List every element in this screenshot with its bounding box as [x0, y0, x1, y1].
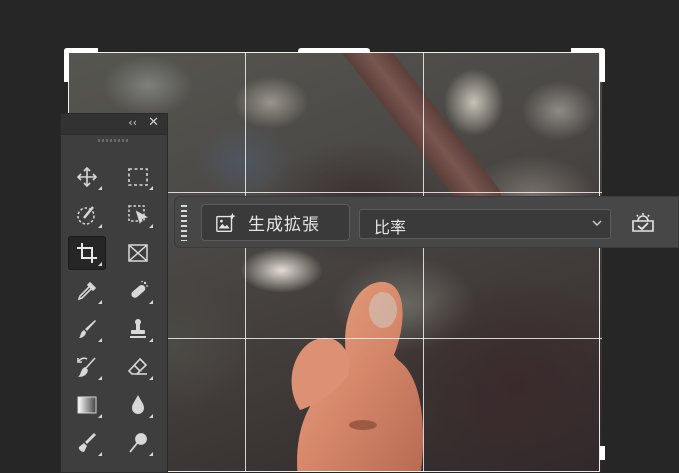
spot-healing-brush-icon — [131, 280, 148, 298]
gradient-icon — [77, 396, 97, 414]
crop-handle-bottom-right[interactable] — [600, 446, 605, 460]
crop-handle-top-left[interactable] — [64, 48, 98, 53]
eraser-icon — [127, 357, 148, 375]
brush-icon — [79, 320, 96, 338]
generative-expand-icon — [216, 212, 236, 232]
tool-smudge[interactable] — [68, 426, 106, 460]
tool-history-brush[interactable] — [68, 350, 106, 384]
close-panel-icon[interactable]: ✕ — [148, 115, 159, 130]
history-brush-icon — [77, 357, 96, 377]
crop-icon — [77, 243, 97, 263]
crop-handle-top-right-vertical[interactable] — [600, 48, 605, 82]
tool-brush[interactable] — [68, 312, 106, 346]
collapse-panel-icon[interactable]: ‹‹ — [128, 116, 137, 129]
crop-handle-top[interactable] — [298, 48, 370, 53]
tool-move[interactable] — [68, 160, 106, 194]
tool-eraser[interactable] — [119, 350, 157, 384]
tools-panel: ‹‹ ✕ — [60, 113, 168, 473]
tool-crop[interactable] — [68, 236, 106, 270]
ratio-dropdown-value: 比率 — [374, 218, 407, 237]
tool-clone-stamp[interactable] — [119, 312, 157, 346]
grid-line-vertical-2 — [423, 52, 424, 472]
generative-expand-button[interactable]: 生成拡張 — [201, 204, 350, 241]
frame-icon — [128, 244, 148, 262]
tool-spot-healing-brush[interactable] — [119, 274, 157, 308]
taskbar-grip-handle[interactable] — [181, 205, 187, 241]
eyedropper-icon — [77, 281, 97, 301]
blur-icon — [132, 395, 144, 414]
rectangular-marquee-icon — [128, 168, 148, 186]
quick-selection-icon — [77, 206, 95, 225]
tool-quick-selection[interactable] — [68, 198, 106, 232]
generative-expand-label: 生成拡張 — [248, 215, 320, 235]
crop-handle-top-left-vertical[interactable] — [64, 48, 69, 82]
move-icon — [76, 166, 98, 188]
tool-gradient[interactable] — [68, 388, 106, 422]
tool-object-selection[interactable] — [119, 198, 157, 232]
grid-line-vertical-1 — [245, 52, 246, 472]
smudge-icon — [78, 433, 96, 452]
tool-eyedropper[interactable] — [68, 274, 106, 308]
tool-dodge[interactable] — [119, 426, 157, 460]
content-aware-fill-icon — [632, 213, 654, 232]
tool-blur[interactable] — [119, 388, 157, 422]
tools-panel-header[interactable]: ‹‹ ✕ — [61, 114, 167, 135]
ratio-dropdown[interactable]: 比率 — [359, 209, 611, 239]
more-options-button[interactable] — [627, 208, 659, 238]
tool-frame[interactable] — [119, 236, 157, 270]
contextual-task-bar: 生成拡張 比率 — [174, 196, 679, 248]
tool-rectangular-marquee[interactable] — [119, 160, 157, 194]
object-selection-icon — [128, 205, 149, 225]
figurine-shape — [291, 281, 424, 472]
clone-stamp-icon — [130, 319, 146, 338]
chevron-down-icon — [592, 220, 602, 226]
dodge-icon — [129, 433, 147, 453]
panel-grip[interactable] — [61, 135, 167, 145]
